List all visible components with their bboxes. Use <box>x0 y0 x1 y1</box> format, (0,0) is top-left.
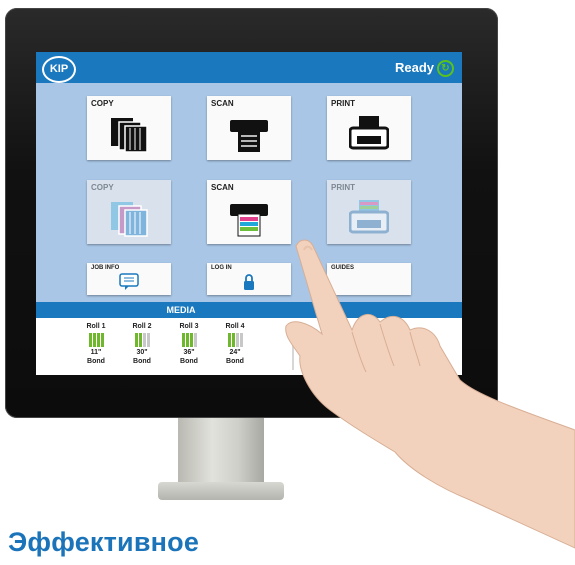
roll-type: Bond <box>87 358 105 365</box>
color-copy-tile[interactable]: COPY <box>87 180 171 244</box>
roll-level-segment <box>231 333 235 347</box>
roll-type: Bond <box>226 358 244 365</box>
roll-size: 11" <box>90 349 102 356</box>
roll-level-segment <box>185 333 189 347</box>
function-grid: COPY SCAN PRINT COPY SCAN PRINT JOB INFO… <box>36 83 462 302</box>
roll-level-segment <box>92 333 96 347</box>
roll-2[interactable]: Roll 2 30" Bond <box>122 322 162 366</box>
roll-level-3 <box>169 333 209 347</box>
roll-level-segment <box>134 333 138 347</box>
headline-text: Эффективное <box>8 527 200 557</box>
guides-tile[interactable]: GUIDES <box>327 263 411 295</box>
color-scan-tile[interactable]: SCAN <box>207 180 291 244</box>
roll-level-segment <box>100 333 104 347</box>
tile-label: PRINT <box>331 99 355 108</box>
roll-size: 36" <box>183 349 195 356</box>
color-print-tile[interactable]: PRINT <box>327 180 411 244</box>
media-title: MEDIA <box>166 305 196 315</box>
roll-name: Roll 1 <box>86 323 106 330</box>
copy-tile[interactable]: COPY <box>87 96 171 160</box>
roll-level-1 <box>76 333 116 347</box>
color-scan-icon <box>230 204 268 237</box>
tile-label: GUIDES <box>331 265 355 271</box>
chat-icon <box>119 273 139 290</box>
lock-icon <box>244 274 254 290</box>
tile-label: JOB INFO <box>91 265 120 271</box>
roll-size: 30" <box>136 349 148 356</box>
print-tile[interactable]: PRINT <box>327 96 411 160</box>
tile-label: COPY <box>91 99 114 108</box>
roll-level-segment <box>227 333 231 347</box>
tile-label: SCAN <box>211 99 234 108</box>
roll-level-segment <box>146 333 150 347</box>
status-text: Ready <box>394 60 434 75</box>
roll-level-4 <box>215 333 255 347</box>
job-info-tile[interactable]: JOB INFO <box>87 263 171 295</box>
roll-type: Bond <box>133 358 151 365</box>
roll-level-segment <box>181 333 185 347</box>
log-in-tile[interactable]: LOG IN <box>207 263 291 295</box>
color-print-icon <box>349 200 389 234</box>
roll-level-segment <box>142 333 146 347</box>
roll-name: Roll 2 <box>132 323 152 330</box>
top-bar: KIP Ready ↻ <box>36 52 462 83</box>
copy-icon <box>111 118 148 153</box>
media-panel: Roll 1 11" Bond Roll 2 30" Bond Roll 3 3… <box>36 318 462 375</box>
scan-tile[interactable]: SCAN <box>207 96 291 160</box>
roll-level-segment <box>235 333 239 347</box>
touch-screen: KIP Ready ↻ COPY SCAN PRINT COPY SCAN PR… <box>36 52 462 375</box>
media-bar: MEDIA <box>36 302 462 318</box>
roll-4[interactable]: Roll 4 24" Bond <box>215 322 255 366</box>
roll-level-2 <box>122 333 162 347</box>
tile-label: LOG IN <box>211 265 232 271</box>
roll-level-segment <box>193 333 197 347</box>
print-icon <box>349 116 389 150</box>
roll-level-segment <box>88 333 92 347</box>
roll-level-segment <box>239 333 243 347</box>
roll-level-segment <box>189 333 193 347</box>
roll-1[interactable]: Roll 1 11" Bond <box>76 322 116 366</box>
tile-label: SCAN <box>211 183 234 192</box>
dots-icon[interactable] <box>318 324 358 368</box>
roll-level-segment <box>138 333 142 347</box>
media-divider <box>292 322 294 370</box>
scan-icon <box>230 120 268 152</box>
roll-name: Roll 4 <box>225 323 245 330</box>
monitor-stand-base <box>158 482 284 500</box>
roll-size: 24" <box>229 349 241 356</box>
tile-label: COPY <box>91 183 114 192</box>
roll-name: Roll 3 <box>179 323 199 330</box>
roll-level-segment <box>96 333 100 347</box>
color-copy-icon <box>111 202 148 237</box>
roll-3[interactable]: Roll 3 36" Bond <box>169 322 209 366</box>
tile-label: PRINT <box>331 183 355 192</box>
refresh-icon: ↻ <box>437 60 454 77</box>
kip-logo: KIP <box>42 56 76 83</box>
roll-type: Bond <box>180 358 198 365</box>
